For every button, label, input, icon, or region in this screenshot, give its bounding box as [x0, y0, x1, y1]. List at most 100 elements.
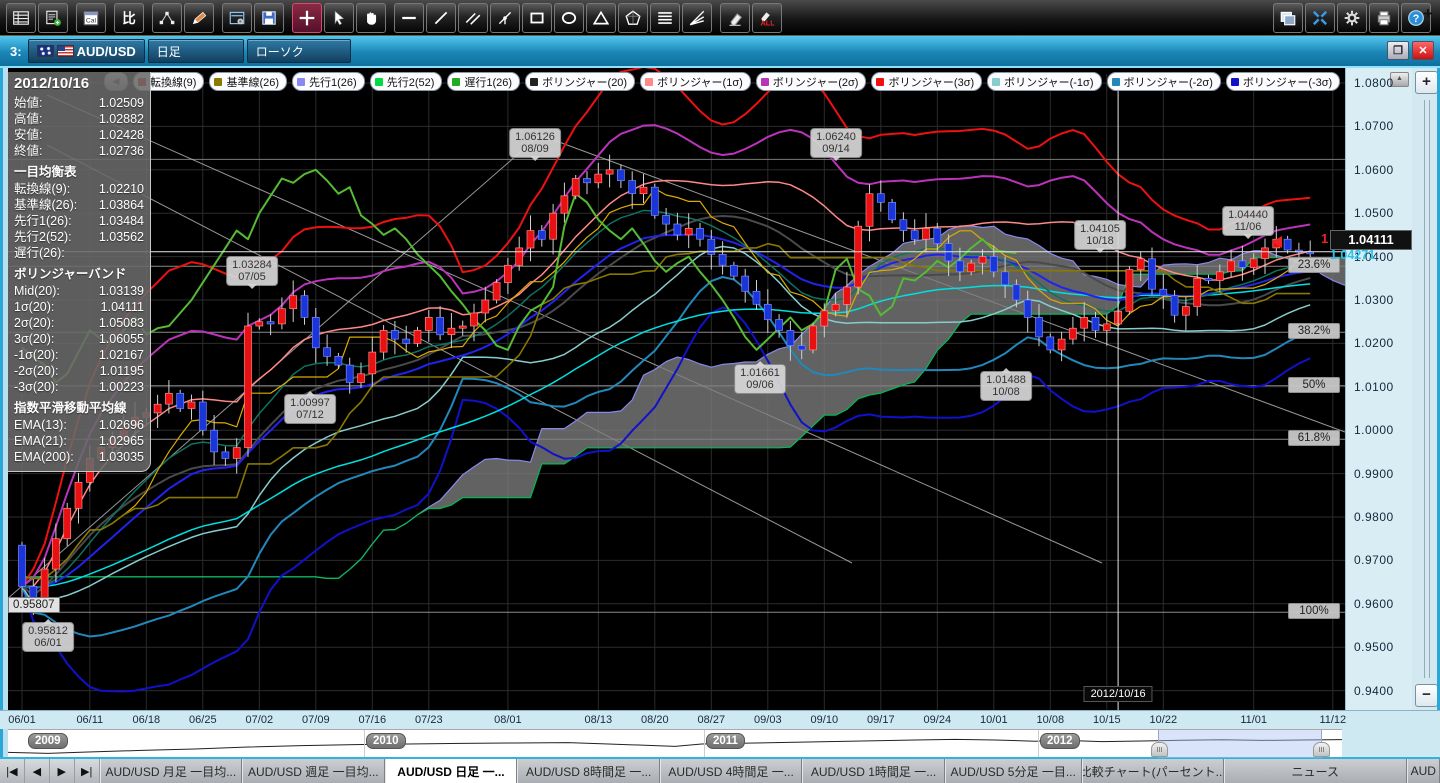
legend-item-9[interactable]: ボリンジャー(3σ) [871, 72, 982, 91]
chart-tab-4[interactable]: AUD/USD 8時間足 一... [517, 759, 659, 783]
eraser-button[interactable] [720, 3, 750, 33]
erase-all-button[interactable]: ALL [752, 3, 782, 33]
window-layout-button[interactable] [1273, 3, 1303, 33]
date-tick-label: 06/01 [8, 714, 36, 726]
zoom-out-button[interactable]: − [1415, 684, 1438, 707]
crosshair-button[interactable] [292, 3, 322, 33]
triangle-button[interactable] [586, 3, 616, 33]
chart-tab-2[interactable]: AUD/USD 週足 一目均... [242, 759, 384, 783]
chart-tab-10[interactable]: AUD [1407, 759, 1440, 783]
fib-level-label: 38.2% [1288, 323, 1340, 339]
horizontal-line-button[interactable] [394, 3, 424, 33]
info-row: 高値:1.02882 [8, 111, 150, 127]
parallel-lines-button[interactable] [458, 3, 488, 33]
svg-text:Cal: Cal [86, 17, 97, 24]
tab-scroll-last-button[interactable]: ▶| [75, 759, 100, 783]
chart-tab-7[interactable]: AUD/USD 5分足 一目... [945, 759, 1082, 783]
legend-item-label: 先行2(52) [387, 74, 435, 90]
info-label: 高値: [14, 111, 42, 127]
pencil-button[interactable] [184, 3, 214, 33]
chart-tab-1[interactable]: AUD/USD 月足 一目均... [100, 759, 242, 783]
rectangle-icon [528, 9, 546, 27]
date-tick-label: 07/16 [359, 714, 387, 726]
tab-scroll-first-button[interactable]: |◀ [0, 759, 25, 783]
navigator-left-handle[interactable] [1151, 742, 1168, 757]
legend-item-4[interactable]: 先行2(52) [370, 72, 443, 91]
info-label: EMA(21): [14, 433, 67, 449]
settings-button[interactable] [1337, 3, 1367, 33]
legend-item-6[interactable]: ボリンジャー(20) [525, 72, 635, 91]
annotation-date: 10/18 [1086, 235, 1114, 247]
date-tick-label: 06/11 [76, 714, 103, 726]
legend-item-11[interactable]: ボリンジャー(-2σ) [1107, 72, 1221, 91]
compare-button[interactable]: 比 [114, 3, 144, 33]
object-select-button[interactable] [152, 3, 182, 33]
chart-style-label: ローソク [256, 43, 304, 60]
chart-plot-area[interactable]: ◀ 転換線(9)基準線(26)先行1(26)先行2(52)遅行1(26)ボリンジ… [8, 68, 1345, 710]
navigator-selected-range[interactable] [1158, 730, 1322, 758]
cursor-button[interactable] [324, 3, 354, 33]
fullscreen-button[interactable] [1305, 3, 1335, 33]
navigator-filler [1342, 729, 1440, 757]
timeframe-dropdown[interactable]: 日足 [148, 39, 244, 63]
year-separator [704, 730, 705, 758]
swing-low-label: 0.95807 [8, 597, 60, 613]
price-tick-label: 0.9400 [1354, 684, 1394, 698]
polygon-button[interactable] [618, 3, 648, 33]
chart-settings-button[interactable] [222, 3, 252, 33]
close-window-button[interactable]: ✕ [1412, 41, 1434, 60]
chart-tab-9[interactable]: ニュース [1224, 759, 1407, 783]
price-tick-label: 1.0200 [1354, 336, 1394, 350]
chart-tab-3[interactable]: AUD/USD 日足 一... [385, 759, 518, 783]
info-value: 1.02167 [99, 347, 144, 363]
tab-scroll-next-button[interactable]: ▶ [50, 759, 75, 783]
ohlc-info-panel: 2012/10/16 始値:1.02509高値:1.02882安値:1.0242… [8, 72, 151, 472]
annotation-date: 08/09 [521, 143, 549, 155]
print-button[interactable] [1369, 3, 1399, 33]
annotation-price: 1.04105 [1080, 223, 1120, 235]
restore-window-button[interactable]: ❐ [1387, 41, 1409, 60]
add-tab-button[interactable]: + [1416, 2, 1440, 26]
pan-button[interactable] [356, 3, 386, 33]
info-label: 遅行(26): [14, 245, 65, 261]
tab-scroll-prev-button[interactable]: ◀ [25, 759, 50, 783]
info-label: 基準線(26): [14, 197, 77, 213]
info-value: 1.05083 [99, 315, 144, 331]
chart-tab-5[interactable]: AUD/USD 4時間足 一... [660, 759, 802, 783]
navigator-right-handle[interactable] [1313, 742, 1330, 757]
timeline-navigator[interactable]: 2009201020112012 [8, 729, 1342, 757]
price-axis[interactable]: ▲ 1.08001.07001.06001.05001.04001.03001.… [1345, 68, 1412, 710]
legend-item-12[interactable]: ボリンジャー(-3σ) [1226, 72, 1340, 91]
account-list-button[interactable] [6, 3, 36, 33]
zoom-in-button[interactable]: + [1415, 71, 1438, 94]
scrollbar-track[interactable] [1424, 100, 1430, 678]
info-row: 始値:1.02509 [8, 95, 150, 111]
annotation-date: 07/05 [238, 271, 266, 283]
legend-item-label: ボリンジャー(1σ) [657, 74, 743, 90]
legend-item-10[interactable]: ボリンジャー(-1σ) [987, 72, 1101, 91]
annotation-price: 1.01488 [986, 374, 1026, 386]
crosshair-price-label: 1.04111 [1330, 230, 1412, 250]
chart-tab-6[interactable]: AUD/USD 1時間足 一... [802, 759, 944, 783]
chart-style-dropdown[interactable]: ローソク [247, 39, 351, 63]
info-value: 1.04111 [101, 299, 144, 315]
fib-lines-button[interactable] [650, 3, 680, 33]
legend-item-5[interactable]: 遅行1(26) [447, 72, 520, 91]
currency-pair-button[interactable]: AUD/USD [28, 39, 145, 63]
save-button[interactable] [254, 3, 284, 33]
info-row: 3σ(20):1.06055 [8, 331, 150, 347]
legend-item-7[interactable]: ボリンジャー(1σ) [640, 72, 751, 91]
legend-item-3[interactable]: 先行1(26) [292, 72, 365, 91]
vertical-scrollbar[interactable]: + − [1412, 68, 1440, 710]
ellipse-button[interactable] [554, 3, 584, 33]
angle-line-icon [496, 9, 514, 27]
calendar-button[interactable]: Cal [76, 3, 106, 33]
angle-line-button[interactable] [490, 3, 520, 33]
fan-lines-button[interactable] [682, 3, 712, 33]
rectangle-button[interactable] [522, 3, 552, 33]
new-chart-button[interactable] [38, 3, 68, 33]
chart-tab-8[interactable]: 比較チャート(パーセント... [1082, 759, 1224, 783]
trend-line-button[interactable] [426, 3, 456, 33]
legend-item-8[interactable]: ボリンジャー(2σ) [756, 72, 867, 91]
legend-item-2[interactable]: 基準線(26) [209, 72, 287, 91]
